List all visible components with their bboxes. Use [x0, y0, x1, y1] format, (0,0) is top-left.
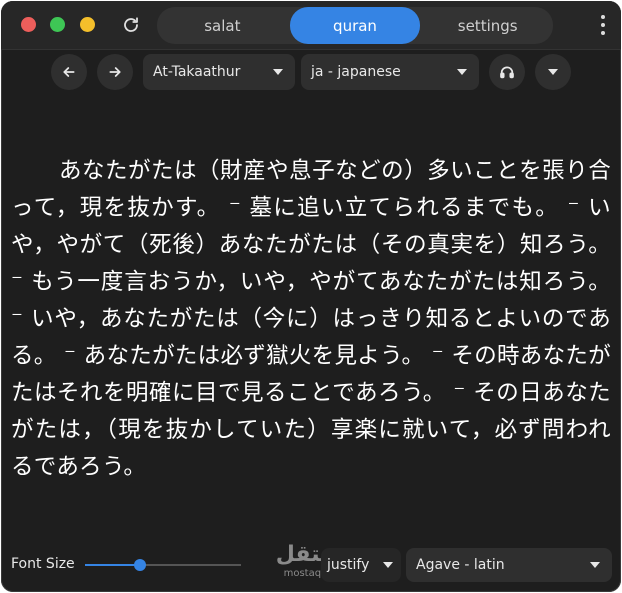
- refresh-icon[interactable]: [119, 13, 143, 37]
- arrow-left-icon: [63, 67, 75, 77]
- minimize-window-button[interactable]: [80, 17, 95, 32]
- view-tabs: salat quran settings: [157, 7, 553, 44]
- surah-select[interactable]: At-Takaathur: [143, 54, 295, 90]
- maximize-window-button[interactable]: [50, 17, 65, 32]
- font-family-select[interactable]: Agave - latin: [406, 548, 612, 582]
- alignment-select[interactable]: justify: [321, 548, 401, 582]
- chevron-down-icon: [457, 69, 467, 75]
- font-size-slider-fill: [85, 564, 140, 566]
- tab-settings[interactable]: settings: [422, 7, 553, 44]
- language-select-value: ja - japanese: [311, 64, 401, 80]
- surah-select-value: At-Takaathur: [153, 64, 241, 80]
- tab-quran[interactable]: quran: [289, 7, 421, 44]
- chevron-down-icon: [590, 562, 600, 568]
- verse-text: あなたがたは（財産や息子などの）多いことを張り合って，現を抜かす。 ⁻ 墓に追い…: [11, 158, 612, 480]
- font-family-select-value: Agave - latin: [416, 557, 505, 573]
- chevron-down-icon: [383, 562, 393, 568]
- language-select[interactable]: ja - japanese: [301, 54, 479, 90]
- previous-surah-button[interactable]: [51, 54, 87, 90]
- more-options-button[interactable]: [535, 54, 571, 90]
- kebab-menu-icon[interactable]: [599, 15, 607, 35]
- font-size-label: Font Size: [11, 556, 75, 572]
- close-window-button[interactable]: [21, 17, 36, 32]
- chevron-down-icon: [273, 69, 283, 75]
- audio-button[interactable]: [489, 54, 525, 90]
- chevron-down-icon: [548, 69, 558, 75]
- arrow-right-icon: [109, 67, 121, 77]
- next-surah-button[interactable]: [97, 54, 133, 90]
- titlebar: salat quran settings: [1, 1, 621, 50]
- alignment-select-value: justify: [327, 557, 370, 573]
- tab-salat[interactable]: salat: [157, 7, 288, 44]
- app-window: salat quran settings At-Takaathur ja - j…: [1, 1, 621, 592]
- font-size-slider-handle[interactable]: [133, 559, 146, 571]
- bottom-bar: Font Size مستقل mostaql.com justify Agav…: [1, 542, 621, 584]
- font-size-slider[interactable]: [85, 559, 241, 571]
- headphones-icon: [500, 66, 514, 79]
- quran-toolbar: At-Takaathur ja - japanese: [1, 54, 621, 92]
